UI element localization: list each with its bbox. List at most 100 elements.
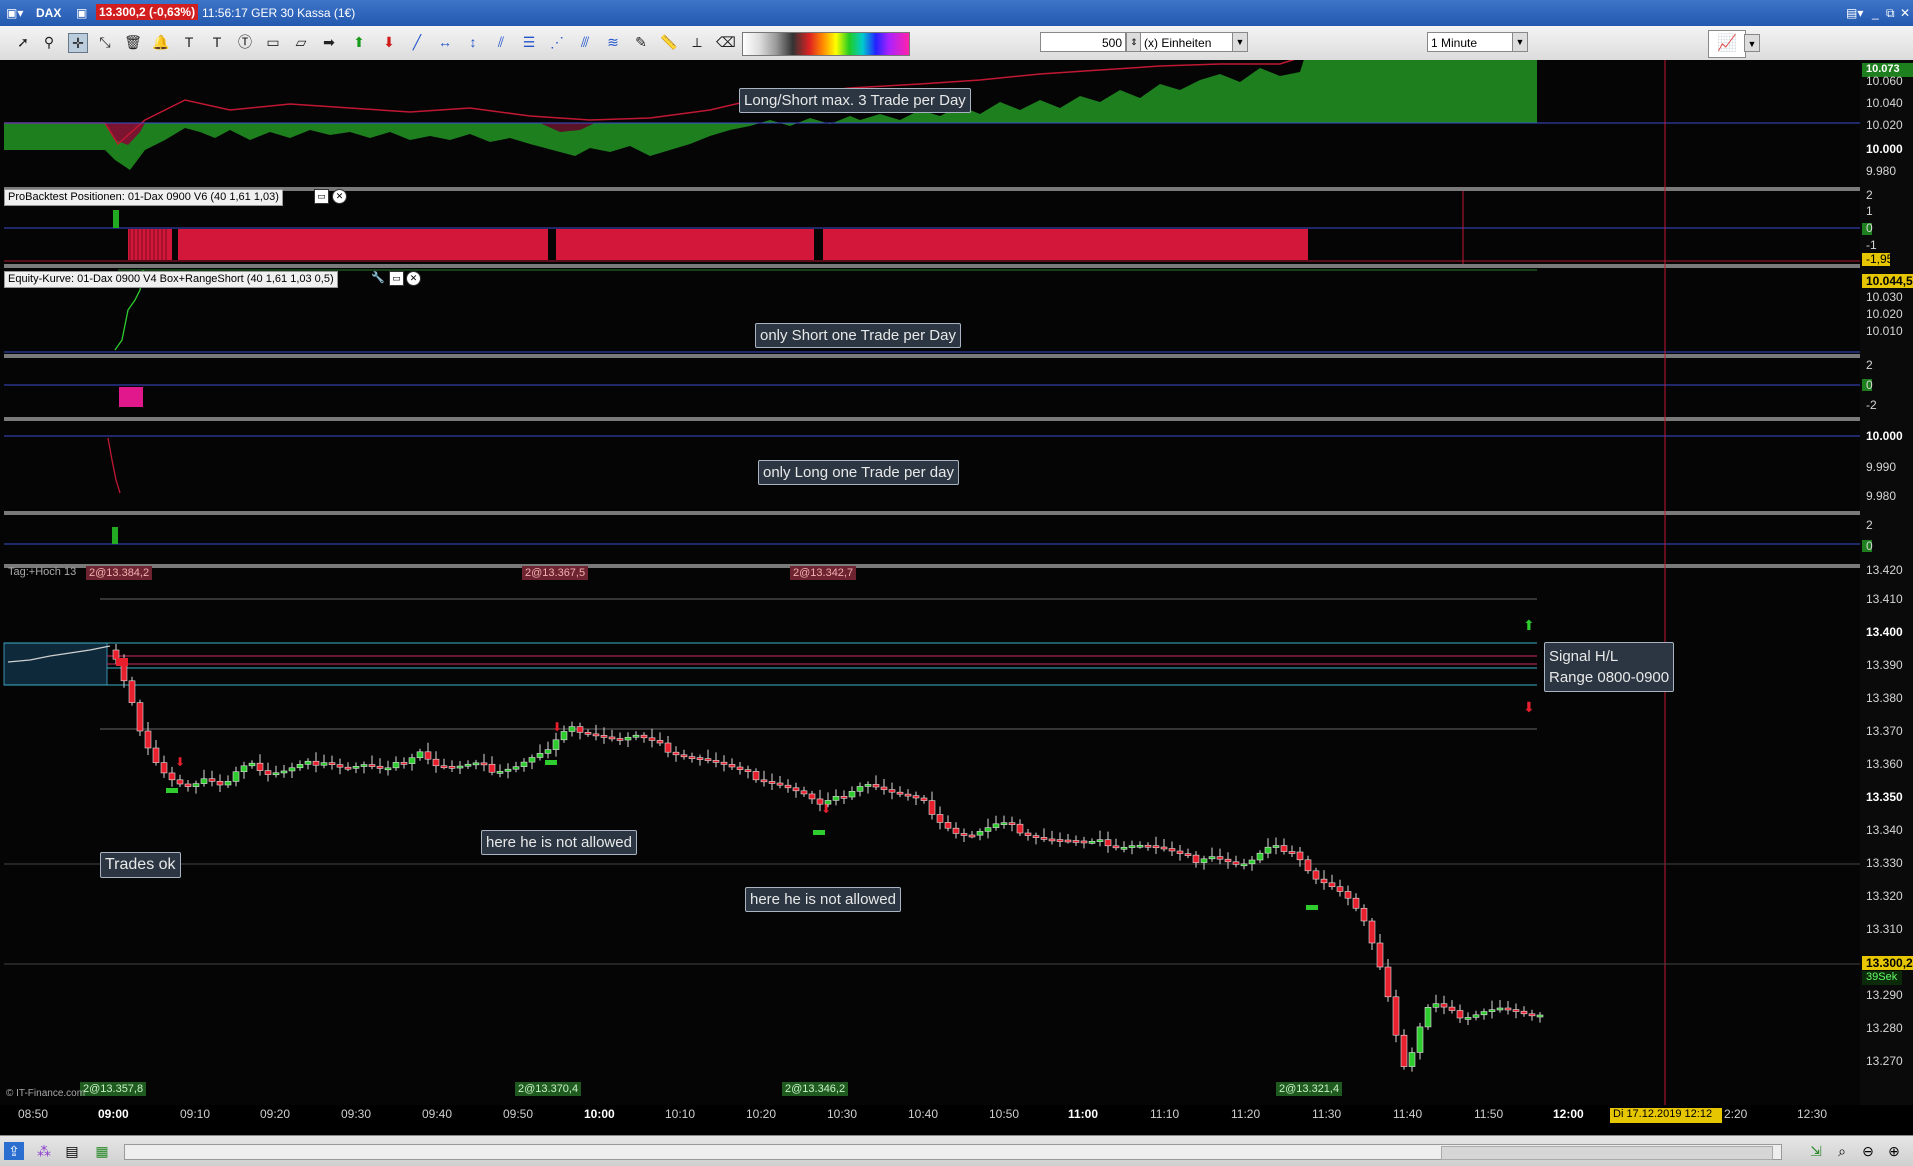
units-select[interactable]: (x) Einheiten bbox=[1140, 32, 1236, 52]
chart-type-icon[interactable]: 📈 bbox=[1708, 30, 1746, 58]
close-panel-icon[interactable]: ✕ bbox=[332, 189, 347, 204]
minimize-icon[interactable]: _ bbox=[1872, 6, 1879, 20]
candle-body bbox=[504, 768, 512, 772]
horizontal-line-icon[interactable]: ↔ bbox=[436, 33, 454, 51]
alert-icon[interactable]: 🔔 bbox=[152, 33, 170, 51]
rectangle-icon[interactable]: ▭ bbox=[264, 33, 282, 51]
scrollbar-thumb[interactable] bbox=[1441, 1146, 1773, 1160]
candle-body bbox=[496, 771, 504, 774]
auto-scroll-icon[interactable]: ⇲ bbox=[1806, 1142, 1826, 1160]
candle-body bbox=[936, 814, 944, 823]
price-badge: 13.300,2 (-0,63%) bbox=[96, 4, 199, 20]
candle-body bbox=[864, 784, 872, 787]
color-palette[interactable] bbox=[742, 32, 910, 56]
x-label: 11:00 bbox=[1068, 1107, 1099, 1121]
candle-body bbox=[408, 757, 416, 764]
window-menu-icon[interactable]: ▣▾ bbox=[6, 6, 23, 20]
candle-body bbox=[1528, 1013, 1536, 1017]
pencil-icon[interactable]: ✎ bbox=[632, 33, 650, 51]
horizontal-scrollbar[interactable] bbox=[124, 1144, 1782, 1160]
timeframe-select[interactable]: 1 Minute bbox=[1427, 32, 1523, 52]
range-text: Range 0800-0900 bbox=[1549, 669, 1670, 686]
y-label: 10.040 bbox=[1866, 96, 1903, 110]
candle-body bbox=[648, 737, 656, 741]
eraser-icon[interactable]: ⌫ bbox=[716, 33, 736, 51]
candle-body bbox=[736, 766, 744, 770]
y-label: 10.020 bbox=[1866, 118, 1903, 132]
maximize-panel-icon[interactable]: ▭ bbox=[314, 189, 329, 204]
info-icon[interactable]: ▣ bbox=[76, 6, 87, 20]
quantity-input[interactable]: 500 bbox=[1040, 32, 1126, 52]
annotation-only-short[interactable]: only Short one Trade per Day bbox=[755, 323, 961, 348]
pointer-icon[interactable]: ➚ bbox=[14, 33, 32, 51]
crosshair-icon[interactable]: ✛ bbox=[68, 33, 88, 53]
candle-body bbox=[1512, 1009, 1520, 1012]
chart-area[interactable]: ⬆ ⬇ ⬇ ⬇ ⬇ ProBacktest Positionen: 01-Dax… bbox=[0, 60, 1913, 1135]
annotation-not-allowed-2[interactable]: here he is not allowed bbox=[745, 887, 901, 912]
timeframe-dropdown-icon[interactable]: ▼ bbox=[1512, 32, 1528, 52]
y-label: 13.280 bbox=[1866, 1021, 1903, 1035]
maximize-equity-icon[interactable]: ▭ bbox=[389, 271, 404, 286]
x-label: 12:00 bbox=[1553, 1107, 1584, 1121]
status-bar: ⇪ ⁂ ▤ ▦ ⇲ ⌕ ⊖ ⊕ bbox=[0, 1135, 1913, 1166]
x-label: 10:20 bbox=[746, 1107, 777, 1121]
arrow-right-icon[interactable]: ➡ bbox=[320, 33, 338, 51]
measure-icon[interactable]: ⟂ bbox=[688, 33, 706, 51]
text-box-icon[interactable]: T bbox=[208, 33, 226, 51]
arrow-up-icon[interactable]: ⬆ bbox=[350, 33, 368, 51]
candle-body bbox=[968, 834, 976, 838]
shape-icon[interactable]: ▱ bbox=[292, 33, 310, 51]
candle-body bbox=[160, 762, 168, 774]
units-dropdown-icon[interactable]: ▼ bbox=[1232, 32, 1248, 52]
regression-icon[interactable]: ≋ bbox=[604, 33, 622, 51]
zoom-out-icon[interactable]: ⊖ bbox=[1858, 1142, 1878, 1160]
annotation-only-long[interactable]: only Long one Trade per day bbox=[758, 460, 959, 485]
text-circle-icon[interactable]: Ⓣ bbox=[236, 33, 254, 51]
candle-body bbox=[232, 771, 240, 782]
fibonacci-icon[interactable]: ☰ bbox=[520, 33, 538, 51]
wrench-icon[interactable]: 🔧 bbox=[371, 271, 385, 284]
candle-body bbox=[128, 680, 136, 703]
share-icon[interactable]: ⇪ bbox=[4, 1142, 24, 1160]
table-icon[interactable]: ▦ bbox=[92, 1142, 112, 1160]
candle-body bbox=[1424, 1006, 1432, 1028]
annotation-trades-ok[interactable]: Trades ok bbox=[100, 852, 181, 878]
trendline-icon[interactable]: ╱ bbox=[408, 33, 426, 51]
zoom-in-icon[interactable]: ⊕ bbox=[1884, 1142, 1904, 1160]
indicator-icon[interactable]: ⁂ bbox=[34, 1142, 54, 1160]
annotation-long-short[interactable]: Long/Short max. 3 Trade per Day bbox=[739, 88, 971, 113]
candle-body bbox=[728, 764, 736, 768]
candle-body bbox=[928, 800, 936, 815]
y-label: -2 bbox=[1866, 398, 1877, 412]
ruler-icon[interactable]: 📏 bbox=[660, 33, 678, 51]
zoom-fit-icon[interactable]: ⌕ bbox=[1832, 1142, 1852, 1160]
trade-tag-sell: 2@13.367,5 bbox=[522, 566, 589, 580]
candle-body bbox=[1376, 942, 1384, 968]
list-icon[interactable]: ▤ bbox=[62, 1142, 82, 1160]
arrow-down-icon[interactable]: ⬇ bbox=[380, 33, 398, 51]
fan-icon[interactable]: ⋰ bbox=[548, 33, 566, 51]
line-tool-icon[interactable]: ⤡ bbox=[96, 33, 114, 51]
gann-icon[interactable]: ⫻ bbox=[576, 33, 594, 51]
close-equity-icon[interactable]: ✕ bbox=[406, 271, 421, 286]
candle-body bbox=[544, 749, 552, 754]
candle-body bbox=[632, 734, 640, 738]
vertical-line-icon[interactable]: ↕ bbox=[464, 33, 482, 51]
candle-body bbox=[192, 783, 200, 787]
delete-icon[interactable]: 🗑 bbox=[124, 33, 142, 51]
zoom-icon[interactable]: ⚲ bbox=[40, 33, 58, 51]
x-label: 09:20 bbox=[260, 1107, 291, 1121]
y-label: 13.270 bbox=[1866, 1054, 1903, 1068]
candle-body bbox=[1328, 882, 1336, 888]
annotation-signal-range[interactable]: Signal H/L Range 0800-0900 bbox=[1544, 642, 1675, 692]
channel-icon[interactable]: ⫽ bbox=[492, 33, 510, 51]
chart-type-dropdown-icon[interactable]: ▼ bbox=[1744, 34, 1760, 52]
annotation-not-allowed-1[interactable]: here he is not allowed bbox=[481, 830, 637, 855]
candle-body bbox=[320, 762, 328, 766]
close-icon[interactable]: ✕ bbox=[1900, 6, 1910, 20]
candle-body bbox=[1136, 844, 1144, 848]
restore-icon[interactable]: ⧉ bbox=[1886, 6, 1895, 21]
text-icon[interactable]: T bbox=[180, 33, 198, 51]
window-options-icon[interactable]: ▤▾ bbox=[1846, 6, 1863, 20]
candle-body bbox=[896, 791, 904, 795]
